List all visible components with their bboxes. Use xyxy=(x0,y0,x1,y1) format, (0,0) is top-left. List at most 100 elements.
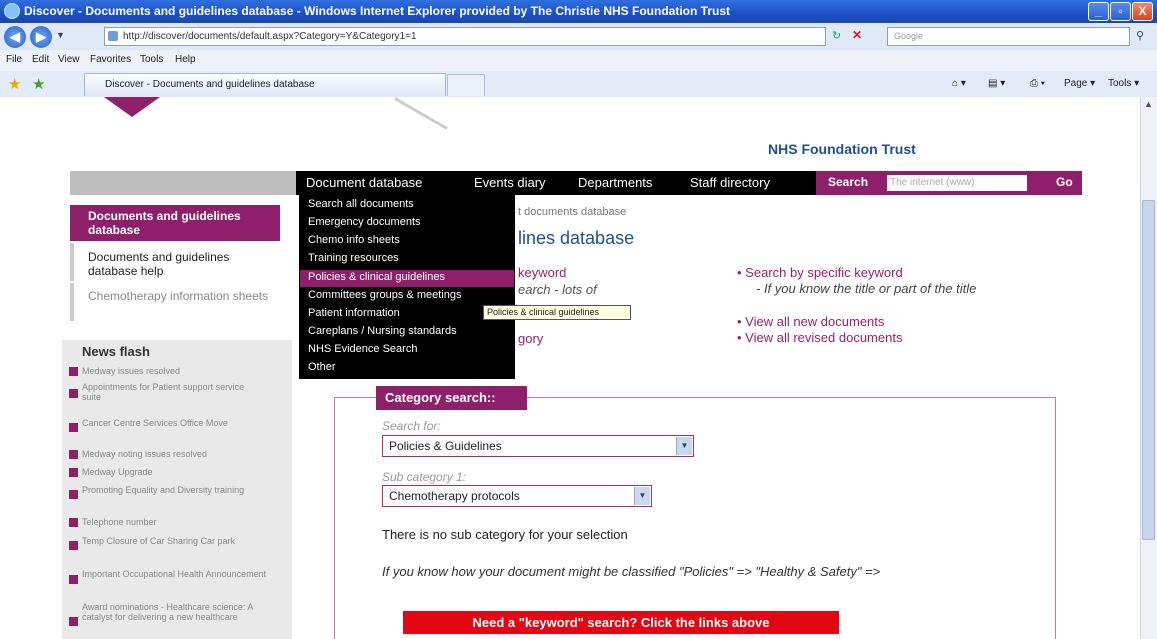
news-item[interactable]: Important Occupational Health Announceme… xyxy=(82,569,282,579)
keyword-link-fragment[interactable]: keyword xyxy=(518,265,566,280)
nav-document-database[interactable]: Document database xyxy=(306,171,422,195)
search-icon[interactable]: ⚲ xyxy=(1136,29,1144,42)
specific-keyword-note: - If you know the title or part of the t… xyxy=(756,281,977,296)
category-search-title: Category search:: xyxy=(376,386,527,410)
favorites-star-icon[interactable]: ★ xyxy=(8,75,21,93)
site-search: Search The internet (www) Go xyxy=(816,171,1082,195)
back-button[interactable]: ◀ xyxy=(4,26,26,48)
news-bullet-icon xyxy=(69,367,78,376)
nav-staff-directory[interactable]: Staff directory xyxy=(690,171,770,195)
news-item[interactable]: Temp Closure of Car Sharing Car park xyxy=(82,536,282,546)
site-nav: Document database Events diary Departmen… xyxy=(296,171,816,195)
window-title: Discover - Documents and guidelines data… xyxy=(24,4,730,18)
category-link-fragment[interactable]: gory xyxy=(518,331,543,346)
dropdown-item[interactable]: NHS Evidence Search xyxy=(308,343,417,355)
dropdown-item[interactable]: Search all documents xyxy=(308,198,414,210)
tools-menu[interactable]: Tools ▾ xyxy=(1108,78,1139,89)
dropdown-item[interactable]: Emergency documents xyxy=(308,216,421,228)
nav-departments[interactable]: Departments xyxy=(578,171,652,195)
menu-edit[interactable]: Edit xyxy=(32,54,49,65)
sub-category-select[interactable]: Chemotherapy protocols ▼ xyxy=(382,485,652,507)
page-title: lines database xyxy=(518,228,635,248)
new-documents-label: View all new documents xyxy=(745,314,885,329)
sidebar-divider xyxy=(70,243,74,281)
nav-events-diary[interactable]: Events diary xyxy=(474,171,546,195)
news-bullet-icon xyxy=(69,518,78,527)
print-icon[interactable]: ⎙ ▾ xyxy=(1030,78,1045,89)
keyword-note-fragment: earch - lots of xyxy=(518,282,597,297)
home-icon[interactable]: ⌂ ▾ xyxy=(952,78,966,89)
url-input[interactable]: http://discover/documents/default.aspx?C… xyxy=(104,27,826,46)
sidebar-item-chemo[interactable]: Chemotherapy information sheets xyxy=(88,289,278,303)
dropdown-item[interactable]: Chemo info sheets xyxy=(308,234,400,246)
forward-button[interactable]: ▶ xyxy=(30,26,52,48)
dropdown-item[interactable]: Patient information xyxy=(308,307,400,319)
sub-category-value: Chemotherapy protocols xyxy=(389,489,520,503)
news-item[interactable]: Medway Upgrade xyxy=(82,467,282,477)
scrollbar-thumb[interactable] xyxy=(1142,200,1155,540)
menu-view[interactable]: View xyxy=(58,54,80,65)
sidebar-item-help[interactable]: Documents and guidelines database help xyxy=(88,250,278,278)
page-menu[interactable]: Page ▾ xyxy=(1064,78,1095,89)
address-bar: ◀ ▶ ▼ http://discover/documents/default.… xyxy=(0,23,1157,51)
dropdown-item[interactable]: Training resources xyxy=(308,252,399,264)
dropdown-item[interactable]: Other xyxy=(308,361,336,373)
news-bullet-icon xyxy=(69,617,78,626)
history-dropdown-icon[interactable]: ▼ xyxy=(56,30,65,40)
news-bullet-icon xyxy=(69,541,78,550)
sidebar-active-item[interactable]: Documents and guidelines database xyxy=(70,205,280,241)
search-for-select[interactable]: Policies & Guidelines ▼ xyxy=(382,435,694,457)
site-search-input[interactable]: The internet (www) xyxy=(887,175,1027,191)
new-tab-button[interactable] xyxy=(447,74,485,96)
maximize-button[interactable]: ▫ xyxy=(1110,2,1131,21)
menu-favorites[interactable]: Favorites xyxy=(90,54,131,65)
minimize-button[interactable]: _ xyxy=(1088,2,1109,21)
breadcrumb: t documents database xyxy=(518,206,627,218)
trust-name: NHS Foundation Trust xyxy=(768,141,916,157)
keyword-search-button[interactable]: Need a "keyword" search? Click the links… xyxy=(403,611,839,634)
tooltip: Policies & clinical guidelines xyxy=(483,305,631,320)
new-documents-link[interactable]: • View all new documents xyxy=(737,314,884,329)
news-item[interactable]: Promoting Equality and Diversity trainin… xyxy=(82,485,252,495)
news-item[interactable]: Telephone number xyxy=(82,517,282,527)
logo-swoosh xyxy=(394,97,448,130)
add-favorite-icon[interactable]: ★ xyxy=(32,75,45,93)
specific-keyword-label: Search by specific keyword xyxy=(745,265,903,280)
chevron-down-icon: ▼ xyxy=(634,487,650,505)
search-for-label: Search for: xyxy=(382,419,441,433)
dropdown-item-selected[interactable]: Policies & clinical guidelines xyxy=(308,271,445,283)
news-item[interactable]: Award nominations - Healthcare science: … xyxy=(82,602,282,622)
news-bullet-icon xyxy=(69,423,78,432)
news-item[interactable]: Medway noting issues resolved xyxy=(82,449,292,459)
stop-icon[interactable]: ✕ xyxy=(852,28,862,42)
search-for-value: Policies & Guidelines xyxy=(389,439,502,453)
news-bullet-icon xyxy=(69,450,78,459)
site-search-go[interactable]: Go xyxy=(1056,175,1073,189)
revised-documents-link[interactable]: • View all revised documents xyxy=(737,330,902,345)
tab-discover[interactable]: Discover - Documents and guidelines data… xyxy=(84,73,446,96)
menu-tools[interactable]: Tools xyxy=(140,54,163,65)
chevron-down-icon: ▼ xyxy=(676,437,692,455)
scroll-up-icon[interactable]: ▲ xyxy=(1144,99,1153,109)
refresh-icon[interactable]: ↻ xyxy=(832,29,841,42)
menu-help[interactable]: Help xyxy=(175,54,196,65)
page-icon xyxy=(108,31,118,41)
tab-row: ★ ★ Discover - Documents and guidelines … xyxy=(0,71,1157,98)
news-item[interactable]: Medway issues resolved xyxy=(82,366,282,376)
sub-category-label: Sub category 1: xyxy=(382,470,467,484)
no-sub-category-text: There is no sub category for your select… xyxy=(382,527,628,542)
news-item[interactable]: Cancer Centre Services Office Move xyxy=(82,418,282,428)
sidebar-divider-2 xyxy=(70,283,74,321)
news-item[interactable]: Appointments for Patient support service… xyxy=(82,382,262,402)
category-search-box xyxy=(334,397,1056,639)
news-bullet-icon xyxy=(69,575,78,584)
search-input[interactable]: Google xyxy=(887,27,1130,46)
dropdown-item[interactable]: Committees groups & meetings xyxy=(308,289,461,301)
feeds-icon[interactable]: ▤ ▾ xyxy=(988,78,1005,89)
dropdown-item[interactable]: Careplans / Nursing standards xyxy=(308,325,457,337)
menu-file[interactable]: File xyxy=(6,54,22,65)
close-button[interactable]: X xyxy=(1132,2,1153,21)
site-search-label: Search xyxy=(828,175,869,189)
specific-keyword-link[interactable]: • Search by specific keyword xyxy=(737,265,903,280)
classification-hint: If you know how your document might be c… xyxy=(382,564,881,579)
